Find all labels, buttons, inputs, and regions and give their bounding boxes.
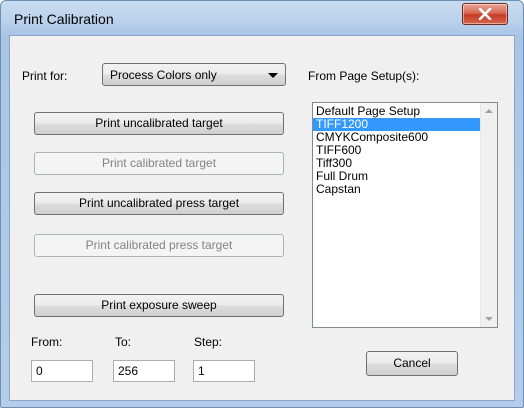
- page-setup-label: From Page Setup(s):: [308, 69, 420, 83]
- page-setup-list[interactable]: Default Page Setup TIFF1200 CMYKComposit…: [312, 102, 498, 328]
- list-scrollbar[interactable]: [480, 103, 497, 327]
- print-uncalibrated-press-target-button[interactable]: Print uncalibrated press target: [34, 192, 284, 215]
- from-label: From:: [31, 335, 63, 349]
- dialog-body: Print for: Process Colors only Print unc…: [9, 35, 515, 401]
- to-label: To:: [115, 335, 132, 349]
- to-input[interactable]: 256: [113, 360, 175, 382]
- chevron-down-icon: [268, 73, 278, 78]
- title-bar[interactable]: Print Calibration: [1, 1, 523, 35]
- step-label: Step:: [194, 335, 223, 349]
- print-uncalibrated-target-button[interactable]: Print uncalibrated target: [34, 112, 284, 135]
- print-for-label: Print for:: [22, 69, 68, 83]
- scroll-up-icon[interactable]: [485, 109, 493, 113]
- cancel-button[interactable]: Cancel: [366, 351, 458, 376]
- print-calibration-dialog: Print Calibration Print for: Process Col…: [0, 0, 524, 408]
- print-for-dropdown[interactable]: Process Colors only: [102, 63, 286, 86]
- close-icon: [478, 8, 492, 20]
- print-calibrated-target-button[interactable]: Print calibrated target: [34, 152, 284, 175]
- scroll-down-icon[interactable]: [485, 317, 493, 321]
- list-item[interactable]: Capstan: [313, 183, 497, 196]
- close-button[interactable]: [462, 3, 508, 25]
- step-input[interactable]: 1: [193, 360, 255, 382]
- window-title: Print Calibration: [14, 11, 114, 27]
- print-exposure-sweep-button[interactable]: Print exposure sweep: [34, 294, 284, 317]
- print-for-value: Process Colors only: [110, 68, 217, 82]
- print-calibrated-press-target-button[interactable]: Print calibrated press target: [34, 234, 284, 257]
- from-input[interactable]: 0: [31, 360, 93, 382]
